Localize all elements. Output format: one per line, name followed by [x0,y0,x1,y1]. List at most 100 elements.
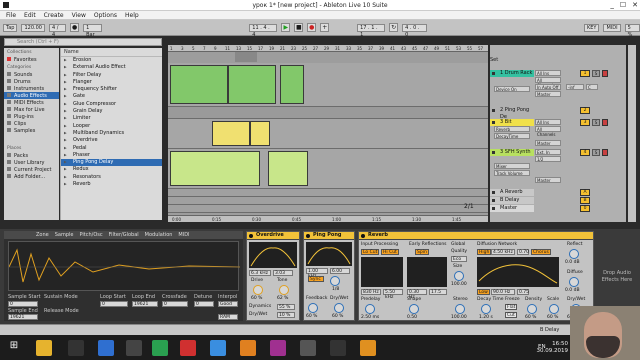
clip[interactable] [280,65,304,104]
chrome-icon[interactable] [210,340,226,356]
list-item[interactable]: Grain Delay [61,108,162,115]
minimize-button[interactable]: _ [610,1,614,9]
vertical-scrollbar[interactable] [628,45,636,222]
track-lane-synth[interactable] [168,149,488,189]
freeze-button[interactable]: Flat [505,304,518,310]
ping-pong-freq-field[interactable]: 1.00 kHz [306,268,328,279]
time-signature-field[interactable]: 4 / 4 [48,23,67,38]
menu-options[interactable]: Options [94,12,117,19]
name-column-header[interactable]: Name [61,48,162,57]
track-lane-delay-return[interactable] [168,197,488,205]
sidebar-item-audio-effects[interactable]: Audio Effects [4,92,59,99]
delay-time-knob[interactable] [330,276,340,286]
quantize-select[interactable]: 1 Bar [83,23,103,38]
arm-button[interactable] [602,119,608,126]
arm-button[interactable] [602,70,608,77]
beat-ruler[interactable]: 1 3 5 7 9 11 13 15 17 19 21 23 25 27 29 31 33 35 37 39 41 43 4… [168,45,488,52]
high-shelf-freq-field[interactable]: 4.50 kHz [491,249,515,255]
input-select[interactable]: All Ins [535,119,561,125]
tempo-field[interactable]: 120.00 [21,23,45,32]
app-icon[interactable] [270,340,286,356]
solo-button[interactable]: S [592,119,600,126]
list-item[interactable]: Multiband Dynamics [61,130,162,137]
loop-start-field[interactable]: 0 [100,301,128,307]
list-item[interactable]: Frequency Shifter [61,86,162,93]
menu-file[interactable]: File [6,12,16,19]
clip[interactable] [170,151,260,186]
list-item[interactable]: Resonators [61,174,162,181]
ram-button[interactable]: RAM [218,314,238,320]
play-icon[interactable]: ▶ [281,23,291,32]
loop-icon[interactable]: ↻ [389,23,399,32]
app-icon[interactable] [360,340,376,356]
stop-icon[interactable]: ■ [294,23,304,32]
time-ruler[interactable]: 0:00 0:15 0:30 0:45 1:00 1:15 1:30 1:45 [168,215,488,222]
overdrive-width-field[interactable]: 3.03 [273,270,293,276]
track-header-bit[interactable]: 3 Bit [490,119,534,126]
reverb-title[interactable]: Reverb [359,232,593,240]
solo-button[interactable]: S [592,149,600,156]
arm-button[interactable] [602,149,608,156]
pp-drywet-knob[interactable] [334,303,344,313]
sidebar-item-clips[interactable]: Clips [4,120,59,127]
explorer-icon[interactable] [36,340,52,356]
list-item[interactable]: Overdrive [61,137,162,144]
detune-field[interactable]: 0 [194,301,214,307]
input-select[interactable]: Ext. In [535,149,561,155]
overdrive-filter-display[interactable] [249,242,297,268]
sample-waveform[interactable] [8,241,241,291]
output-select[interactable]: Master [535,140,561,146]
tab-modulation[interactable]: Modulation [145,232,173,238]
track-activator[interactable]: 3 [580,119,590,126]
dynamics-field[interactable]: 55 % [277,304,295,310]
overdub-icon[interactable]: + [320,23,330,32]
list-item-selected[interactable]: Ping Pong Delay [61,159,162,167]
channel-select[interactable]: All Channels [535,77,561,88]
interpolation-select[interactable]: Good [218,301,238,307]
device-chooser[interactable]: Mixer [494,163,530,169]
clip[interactable] [268,151,308,186]
input-filter-display[interactable] [361,257,403,287]
menu-edit[interactable]: Edit [24,12,36,19]
cut-button[interactable]: Cut [505,312,517,318]
sidebar-item-plugins[interactable]: Plug-ins [4,113,59,120]
browser-search-input[interactable]: Search (Ctrl + F) [4,38,162,46]
sidebar-item-add-folder[interactable]: Add Folder... [4,173,59,180]
metronome-icon[interactable]: ● [70,23,80,32]
low-shelf-q-field[interactable]: 0.75 [517,289,529,295]
app-icon[interactable] [126,340,142,356]
app-icon[interactable] [180,340,196,356]
shape-knob[interactable] [409,304,419,314]
track-lane-master[interactable] [168,205,488,213]
list-item[interactable]: Reverb [61,181,162,188]
early-reflection-display[interactable] [407,257,447,287]
reflect-knob[interactable] [569,249,579,259]
sidebar-item-favorites[interactable]: Favorites [4,56,59,63]
lo-cut-button[interactable]: Lo Cut [361,249,380,255]
low-shelf-freq-field[interactable]: 90.0 Hz [491,289,515,295]
sample-end-field[interactable]: 19621 [8,314,38,320]
track-activator[interactable]: 2 [580,107,590,114]
chorus-button[interactable]: Chorus [531,249,551,255]
tab-filter-global[interactable]: Filter/Global [109,232,139,238]
list-item[interactable]: External Audio Effect [61,64,162,71]
menu-help[interactable]: Help [125,12,139,19]
list-item[interactable]: Looper [61,123,162,130]
output-select[interactable]: Master [535,177,561,183]
spin-button[interactable]: Spin [415,249,429,255]
sample-start-field[interactable]: 0 [8,301,38,307]
size-knob[interactable] [454,271,464,281]
sidebar-item-drums[interactable]: Drums [4,78,59,85]
tap-button[interactable]: Tap [3,23,18,32]
sidebar-item-midi-effects[interactable]: MIDI Effects [4,99,59,106]
list-item[interactable]: Redux [61,166,162,173]
tab-zone[interactable]: Zone [36,232,49,238]
tab-pitch-osc[interactable]: Pitch/Osc [79,232,102,238]
loop-start-field[interactable]: 17 . 1 . 1 [357,23,386,38]
ping-pong-filter-display[interactable] [306,242,352,266]
overdrive-freq-field[interactable]: 6.3 kHz [249,270,271,276]
sidebar-item-user-library[interactable]: User Library [4,159,59,166]
tab-sample[interactable]: Sample [55,232,74,238]
loop-length-field[interactable]: 4 . 0 . 0 [402,23,428,38]
spin-amount-field[interactable]: 17.5 [429,289,447,295]
